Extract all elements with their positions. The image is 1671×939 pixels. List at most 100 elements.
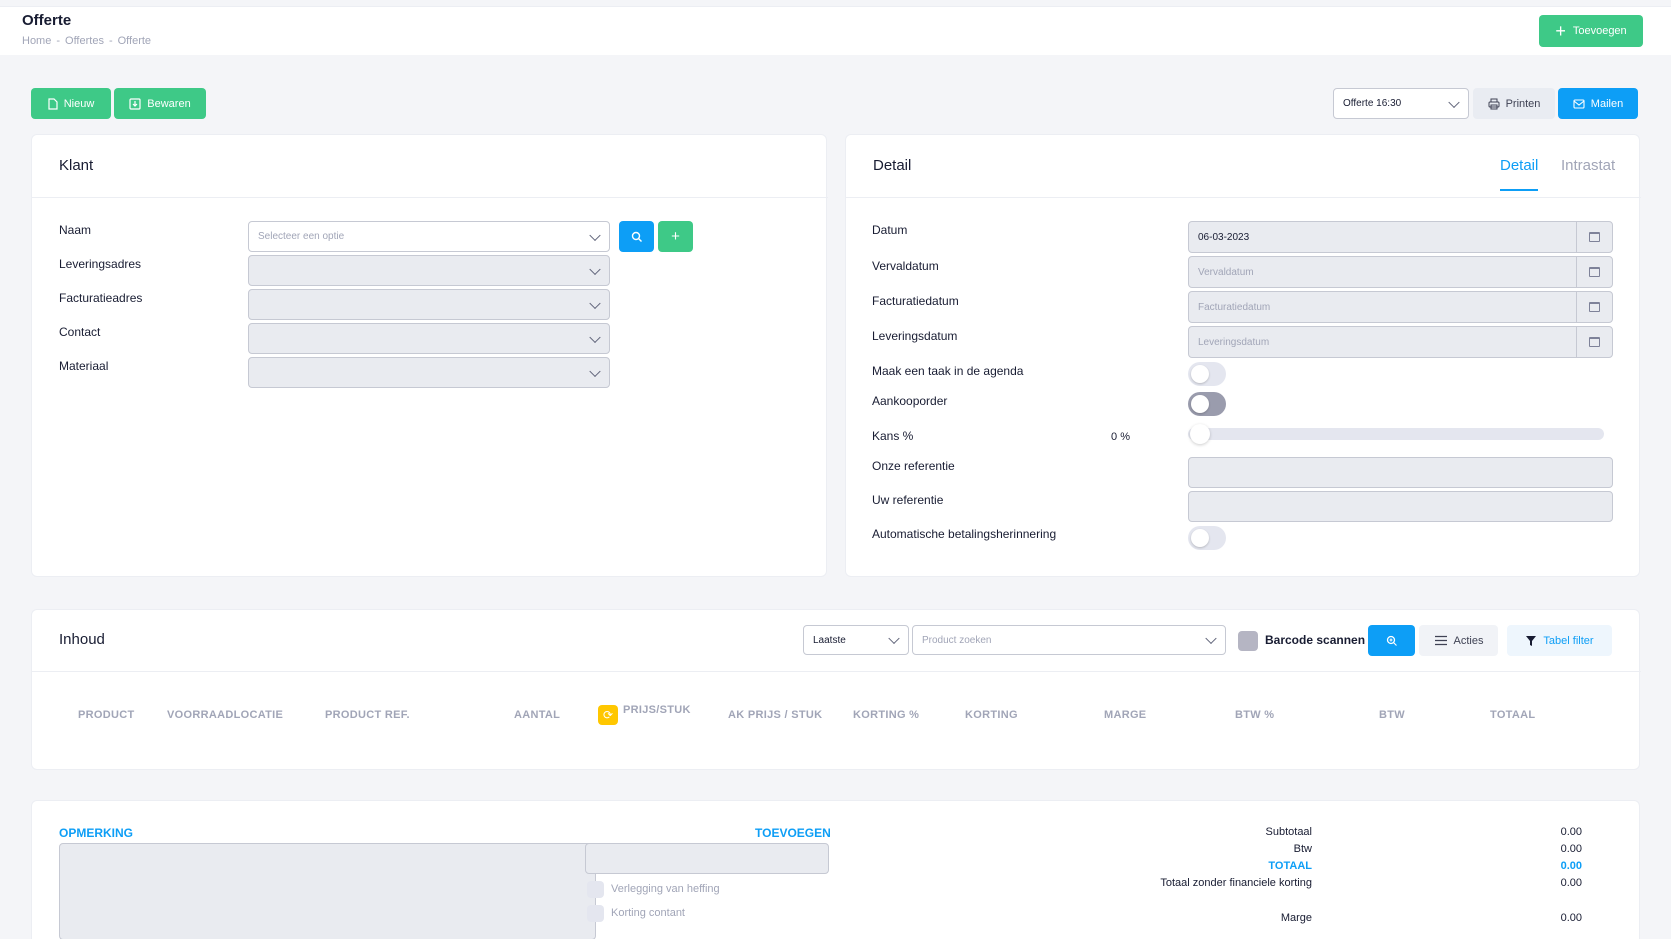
contact-select[interactable] (248, 323, 610, 354)
facturatiedatum-placeholder: Facturatiedatum (1198, 301, 1271, 313)
kans-slider-handle[interactable] (1190, 424, 1210, 444)
subtotaal-value: 0.00 (1560, 826, 1582, 838)
chevron-down-icon (589, 297, 601, 309)
btw-value: 0.00 (1560, 843, 1582, 855)
product-search-select[interactable]: Product zoeken (912, 625, 1226, 655)
opmerking-label: OPMERKING (59, 826, 134, 840)
toevoegen-input[interactable] (585, 843, 829, 874)
column-header-korting-pct[interactable]: KORTING % (853, 709, 919, 721)
breadcrumb-offertes[interactable]: Offertes (65, 35, 104, 47)
taak-label: Maak een taak in de agenda (872, 364, 1024, 378)
breadcrumb-separator: - (108, 35, 113, 47)
vervaldatum-input[interactable]: Vervaldatum (1188, 256, 1613, 288)
menu-icon (1434, 635, 1447, 646)
add-button[interactable]: + Toevoegen (1539, 15, 1643, 47)
add-customer-button[interactable]: + (658, 221, 693, 252)
kans-value-display: 0 % (1111, 431, 1130, 443)
toevoegen-label: TOEVOEGEN (755, 826, 831, 840)
print-button[interactable]: Printen (1473, 88, 1555, 119)
column-header-ak-prijs[interactable]: AK PRIJS / STUK (728, 709, 822, 721)
onze-referentie-input[interactable] (1188, 457, 1613, 488)
uw-referentie-label: Uw referentie (872, 493, 944, 507)
totaal-zonder-korting-label: Totaal zonder financiele korting (1160, 877, 1312, 889)
facturatieadres-select[interactable] (248, 289, 610, 320)
sort-select[interactable]: Laatste (803, 625, 909, 655)
naam-placeholder: Selecteer een optie (258, 231, 345, 242)
column-header-btw-pct[interactable]: BTW % (1235, 709, 1274, 721)
leveringsdatum-input[interactable]: Leveringsdatum (1188, 326, 1613, 358)
barcode-checkbox[interactable] (1238, 631, 1258, 651)
aankooporder-toggle[interactable] (1188, 392, 1226, 416)
column-header-korting[interactable]: KORTING (965, 709, 1018, 721)
acties-button[interactable]: Acties (1419, 625, 1498, 656)
chevron-down-icon (589, 331, 601, 343)
calendar-button[interactable] (1576, 327, 1612, 357)
new-button-label: Nieuw (63, 97, 95, 110)
column-header-product-ref[interactable]: PRODUCT REF. (325, 709, 410, 721)
subtotaal-label: Subtotaal (1265, 826, 1312, 838)
column-header-product[interactable]: PRODUCT (78, 709, 135, 721)
totaal-value: 0.00 (1560, 860, 1582, 872)
detail-title: Detail (873, 157, 912, 174)
divider (32, 197, 828, 198)
refresh-price-icon[interactable]: ⟳ (598, 705, 618, 725)
kans-value: 0 (1111, 431, 1118, 443)
inhoud-title: Inhoud (59, 631, 105, 648)
column-header-totaal[interactable]: TOTAAL (1490, 709, 1535, 721)
column-header-prijs-stuk[interactable]: PRIJS/STUK (623, 704, 691, 716)
tab-detail[interactable]: Detail (1500, 157, 1538, 174)
korting-contant-checkbox[interactable] (587, 905, 604, 922)
datum-input[interactable]: 06-03-2023 (1188, 221, 1613, 253)
btw-label: Btw (1293, 843, 1312, 855)
datum-value: 06-03-2023 (1198, 231, 1250, 243)
verlegging-label: Verlegging van heffing (611, 883, 720, 895)
calendar-button[interactable] (1576, 257, 1612, 287)
kans-label: Kans % (872, 429, 914, 443)
tabel-filter-button[interactable]: Tabel filter (1507, 625, 1612, 656)
totaal-zonder-korting-value: 0.00 (1560, 877, 1582, 889)
mail-button[interactable]: Mailen (1558, 88, 1638, 119)
marge-value: 0.00 (1560, 912, 1582, 924)
zoom-search-button[interactable] (1368, 625, 1415, 656)
leveringsadres-select[interactable] (248, 255, 610, 286)
column-header-aantal[interactable]: AANTAL (514, 709, 560, 721)
aankooporder-label: Aankooporder (872, 394, 948, 408)
page-title: Offerte (22, 12, 72, 29)
naam-select[interactable]: Selecteer een optie (248, 221, 610, 252)
kans-slider[interactable] (1188, 428, 1604, 440)
search-customer-button[interactable] (619, 221, 654, 252)
calendar-button[interactable] (1576, 292, 1612, 322)
facturatiedatum-input[interactable]: Facturatiedatum (1188, 291, 1613, 323)
opmerking-textarea[interactable] (59, 843, 596, 939)
filter-icon (1526, 635, 1537, 646)
printer-icon (1488, 98, 1500, 109)
plus-icon: + (671, 228, 680, 245)
calendar-button[interactable] (1576, 222, 1612, 252)
column-header-btw[interactable]: BTW (1379, 709, 1405, 721)
save-button[interactable]: Bewaren (114, 88, 206, 119)
taak-toggle[interactable] (1188, 362, 1226, 386)
marge-label: Marge (1280, 912, 1312, 924)
tab-intrastat[interactable]: Intrastat (1561, 157, 1615, 174)
template-select[interactable]: Offerte 16:30 (1333, 88, 1469, 119)
sort-select-value: Laatste (813, 634, 846, 646)
klant-card: Klant Naam Selecteer een optie + Leverin… (31, 134, 828, 577)
materiaal-select[interactable] (248, 357, 610, 388)
chevron-down-icon (589, 263, 601, 275)
column-header-marge[interactable]: MARGE (1104, 709, 1146, 721)
divider (846, 197, 1641, 198)
acties-button-label: Acties (1453, 634, 1484, 647)
klant-title: Klant (59, 157, 94, 174)
new-button[interactable]: Nieuw (31, 88, 111, 119)
auto-herinnering-toggle[interactable] (1188, 526, 1226, 550)
calendar-icon (1589, 267, 1600, 277)
column-header-voorraadlocatie[interactable]: VOORRAADLOCATIE (167, 709, 283, 721)
breadcrumb: Home - Offertes - Offerte (22, 35, 151, 47)
facturatieadres-label: Facturatieadres (59, 291, 143, 305)
verlegging-checkbox[interactable] (587, 881, 604, 898)
mail-button-label: Mailen (1590, 97, 1624, 110)
uw-referentie-input[interactable] (1188, 491, 1613, 522)
save-button-label: Bewaren (147, 97, 191, 110)
breadcrumb-home[interactable]: Home (22, 35, 51, 47)
tabel-filter-label: Tabel filter (1543, 634, 1594, 647)
